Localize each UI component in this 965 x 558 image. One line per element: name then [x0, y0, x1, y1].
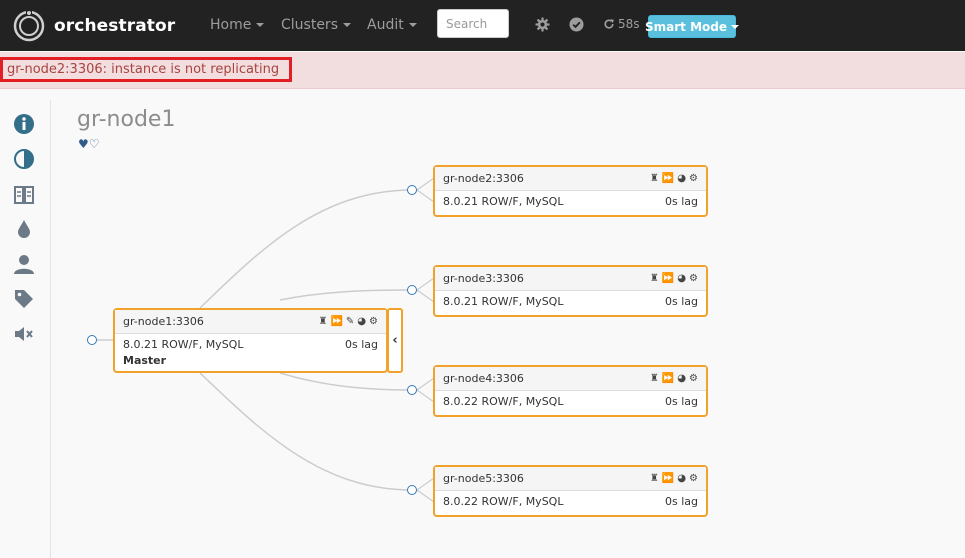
- chevron-left-icon: ‹: [392, 333, 398, 348]
- arrow-node3: [416, 277, 435, 303]
- master-node-box[interactable]: gr-node1:3306 ♜ ⏩ ✎ ◕ ⚙ 8.0.21 ROW/F, My…: [113, 308, 388, 373]
- node-role: Master: [123, 354, 167, 367]
- gear-icon[interactable]: ⚙: [689, 473, 698, 484]
- gear-icon[interactable]: ⚙: [689, 173, 698, 184]
- link-node4: [279, 372, 413, 391]
- node-header: gr-node4:3306 ♜ ⏩ ◕ ⚙: [435, 367, 706, 391]
- node-tools: ♜ ⏩ ◕ ⚙: [650, 273, 698, 284]
- fast-forward-icon[interactable]: ⏩: [662, 473, 674, 484]
- node-header: gr-node1:3306 ♜ ⏩ ✎ ◕ ⚙: [115, 310, 386, 334]
- node-name: gr-node3:3306: [443, 272, 524, 285]
- node-version: 8.0.21 ROW/F, MySQL: [443, 195, 564, 208]
- replica-node-box[interactable]: gr-node4:3306 ♜ ⏩ ◕ ⚙ 8.0.22 ROW/F, MySQ…: [433, 365, 708, 417]
- master-node-circle[interactable]: [87, 335, 97, 345]
- arrow-node4: [416, 377, 435, 403]
- node5-circle[interactable]: [407, 485, 417, 495]
- rook-icon[interactable]: ♜: [650, 173, 659, 184]
- gear-icon[interactable]: ⚙: [689, 373, 698, 384]
- node-version: 8.0.22 ROW/F, MySQL: [443, 495, 564, 508]
- fast-forward-icon[interactable]: ⏩: [662, 173, 674, 184]
- node-version: 8.0.22 ROW/F, MySQL: [443, 395, 564, 408]
- collapse-replicas-button[interactable]: ‹: [387, 308, 403, 373]
- node-lag: 0s lag: [664, 295, 698, 308]
- globe-icon[interactable]: ◕: [677, 173, 686, 184]
- rook-icon[interactable]: ♜: [650, 473, 659, 484]
- rook-icon[interactable]: ♜: [318, 316, 327, 327]
- node-version: 8.0.21 ROW/F, MySQL: [123, 338, 244, 351]
- replica-node-box[interactable]: gr-node2:3306 ♜ ⏩ ◕ ⚙ 8.0.21 ROW/F, MySQ…: [433, 165, 708, 217]
- node-name: gr-node5:3306: [443, 472, 524, 485]
- node-version: 8.0.21 ROW/F, MySQL: [443, 295, 564, 308]
- node-header: gr-node2:3306 ♜ ⏩ ◕ ⚙: [435, 167, 706, 191]
- arrow-node2: [416, 177, 435, 203]
- node-header: gr-node3:3306 ♜ ⏩ ◕ ⚙: [435, 267, 706, 291]
- replica-node-box[interactable]: gr-node3:3306 ♜ ⏩ ◕ ⚙ 8.0.21 ROW/F, MySQ…: [433, 265, 708, 317]
- node-lag: 0s lag: [664, 395, 698, 408]
- node-lag: 0s lag: [344, 338, 378, 351]
- globe-icon[interactable]: ◕: [677, 373, 686, 384]
- node-tools: ♜ ⏩ ◕ ⚙: [650, 173, 698, 184]
- node-header: gr-node5:3306 ♜ ⏩ ◕ ⚙: [435, 467, 706, 491]
- node-tools: ♜ ⏩ ✎ ◕ ⚙: [318, 316, 378, 327]
- node-name: gr-node2:3306: [443, 172, 524, 185]
- gear-icon[interactable]: ⚙: [369, 316, 378, 327]
- node-lag: 0s lag: [664, 195, 698, 208]
- gear-icon[interactable]: ⚙: [689, 273, 698, 284]
- node-lag: 0s lag: [664, 495, 698, 508]
- node-tools: ♜ ⏩ ◕ ⚙: [650, 373, 698, 384]
- node2-circle[interactable]: [407, 185, 417, 195]
- link-node5: [199, 372, 413, 491]
- rook-icon[interactable]: ♜: [650, 373, 659, 384]
- globe-icon[interactable]: ◕: [677, 273, 686, 284]
- link-node3: [279, 289, 413, 301]
- globe-icon[interactable]: ◕: [677, 473, 686, 484]
- replica-node-box[interactable]: gr-node5:3306 ♜ ⏩ ◕ ⚙ 8.0.22 ROW/F, MySQ…: [433, 465, 708, 517]
- rook-icon[interactable]: ♜: [650, 273, 659, 284]
- node-tools: ♜ ⏩ ◕ ⚙: [650, 473, 698, 484]
- fast-forward-icon[interactable]: ⏩: [330, 316, 342, 327]
- fast-forward-icon[interactable]: ⏩: [662, 373, 674, 384]
- fast-forward-icon[interactable]: ⏩: [662, 273, 674, 284]
- arrow-node5: [416, 477, 435, 503]
- globe-icon[interactable]: ◕: [357, 316, 366, 327]
- node-name: gr-node4:3306: [443, 372, 524, 385]
- pencil-icon[interactable]: ✎: [346, 316, 354, 327]
- node4-circle[interactable]: [407, 385, 417, 395]
- node-name: gr-node1:3306: [123, 315, 204, 328]
- node3-circle[interactable]: [407, 285, 417, 295]
